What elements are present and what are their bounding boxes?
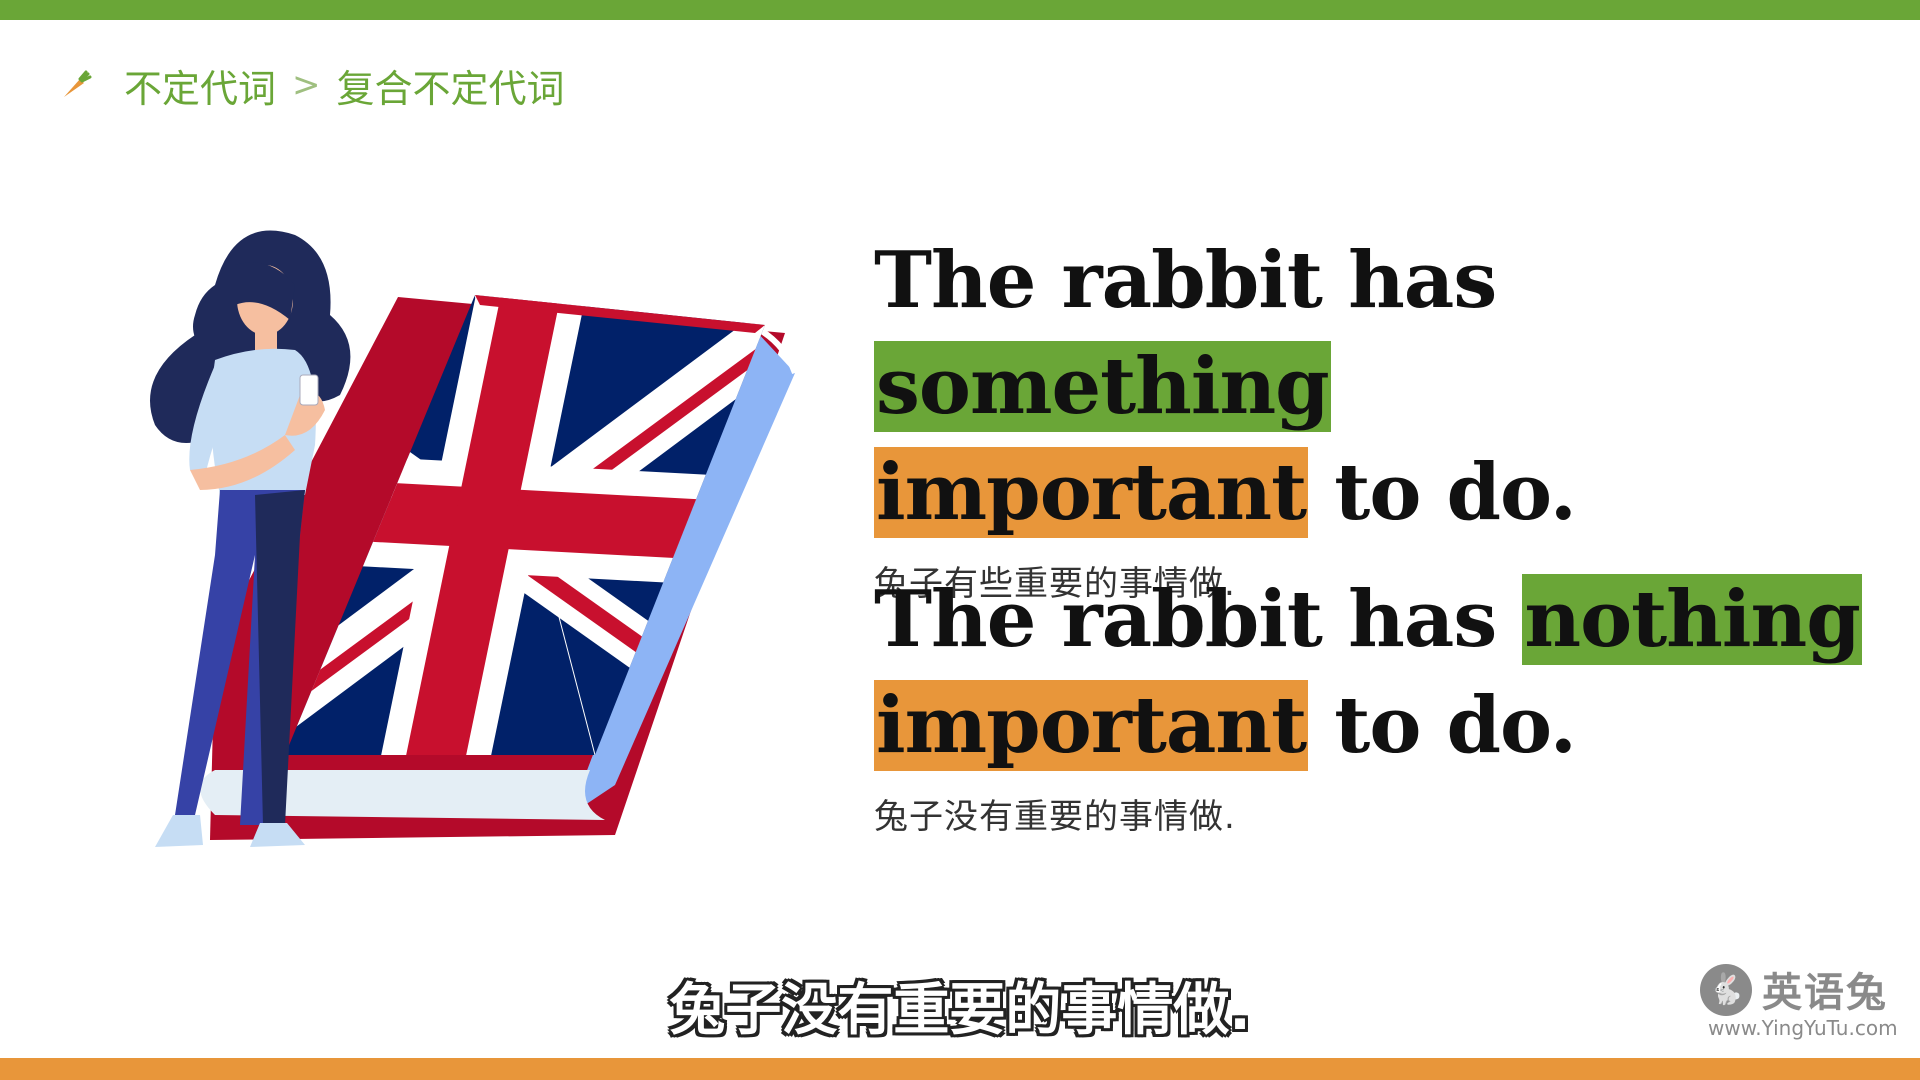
video-subtitle: 兔子没有重要的事情做. [669, 978, 1251, 1043]
breadcrumb-separator: > [292, 65, 321, 105]
highlight-pronoun: nothing [1522, 574, 1862, 665]
bottom-accent-bar [0, 1058, 1920, 1080]
sentence-suffix: to do. [1308, 447, 1577, 538]
carrot-icon [64, 70, 92, 97]
sentence-suffix: to do. [1308, 680, 1577, 771]
breadcrumb: 不定代词 > 复合不定代词 [60, 58, 565, 113]
example-sentence-2: The rabbit has nothing important to do. 兔… [874, 567, 1874, 838]
top-accent-bar [0, 0, 1920, 20]
rabbit-icon: 🐇 [1700, 964, 1752, 1016]
highlight-adjective: important [874, 447, 1309, 538]
highlight-adjective: important [874, 680, 1309, 771]
logo-name: 英语兔 [1762, 969, 1888, 1016]
logo-url: www.YingYuTu.com [1708, 1016, 1898, 1040]
breadcrumb-current: 复合不定代词 [336, 66, 565, 111]
translation-text: 兔子没有重要的事情做. [874, 797, 1236, 837]
brand-logo: 🐇 英语兔 www.YingYuTu.com [1700, 960, 1900, 1040]
highlight-pronoun: something [874, 341, 1331, 432]
sentence-prefix: The rabbit has [874, 574, 1523, 665]
breadcrumb-parent[interactable]: 不定代词 [124, 58, 276, 113]
sentence-text: The rabbit has nothing important to do. [874, 567, 1874, 779]
sentence-prefix: The rabbit has [874, 235, 1497, 326]
sentence-text: The rabbit has something important to do. [874, 228, 1874, 546]
example-sentence-1: The rabbit has something important to do.… [874, 228, 1874, 605]
woman-with-book-illustration [150, 230, 798, 847]
